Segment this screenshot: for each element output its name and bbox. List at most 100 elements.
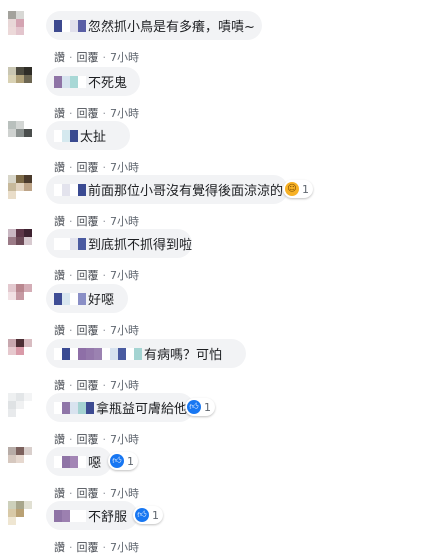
reply-link[interactable]: 回覆 <box>77 431 99 447</box>
separator: · <box>102 378 107 392</box>
comment-bubble: 不舒服 <box>46 501 138 530</box>
author-name[interactable] <box>54 19 86 32</box>
comment-actions: 讚 · 回覆 · 7小時 <box>54 377 139 393</box>
avatar[interactable] <box>8 447 40 479</box>
reply-link[interactable]: 回覆 <box>77 485 99 501</box>
comment-bubble: 拿瓶益可膚給他 <box>46 393 194 422</box>
like-link[interactable]: 讚 <box>54 539 65 555</box>
reply-link[interactable]: 回覆 <box>77 49 99 65</box>
timestamp[interactable]: 7小時 <box>110 159 139 175</box>
separator: · <box>69 378 73 392</box>
reply-link[interactable]: 回覆 <box>77 377 99 393</box>
comment-text: 前面那位小哥沒有覺得後面涼涼的 <box>88 184 284 199</box>
author-name[interactable] <box>54 509 86 522</box>
comment-text: 有病嗎？可怕 <box>144 348 223 363</box>
avatar[interactable] <box>8 229 40 261</box>
timestamp[interactable]: 7小時 <box>110 431 139 447</box>
avatar[interactable] <box>8 175 40 207</box>
comment-actions: 讚 · 回覆 · 7小時 <box>54 49 139 65</box>
reply-link[interactable]: 回覆 <box>77 213 99 229</box>
comment-text: 不舒服 <box>88 510 128 525</box>
like-link[interactable]: 讚 <box>54 431 65 447</box>
reply-link[interactable]: 回覆 <box>77 539 99 555</box>
timestamp[interactable]: 7小時 <box>110 49 139 65</box>
separator: · <box>102 268 107 282</box>
timestamp[interactable]: 7小時 <box>110 485 139 501</box>
timestamp[interactable]: 7小時 <box>110 213 139 229</box>
author-name[interactable] <box>54 75 86 88</box>
like-link[interactable]: 讚 <box>54 213 65 229</box>
separator: · <box>102 486 107 500</box>
reaction-badge[interactable]: 👍︎ 1 <box>133 506 163 524</box>
comment-text: 噁 <box>88 456 102 471</box>
comment-bubble: 不死鬼 <box>46 67 140 96</box>
comment-item: 不死鬼 讚 · 回覆 · 7小時 <box>0 67 433 122</box>
comment-item: 拿瓶益可膚給他 👍︎ 1 讚 · 回覆 · 7小時 <box>0 393 433 448</box>
timestamp[interactable]: 7小時 <box>110 267 139 283</box>
author-name[interactable] <box>54 183 86 196</box>
haha-icon: ☺ <box>285 182 299 196</box>
like-link[interactable]: 讚 <box>54 49 65 65</box>
like-link[interactable]: 讚 <box>54 377 65 393</box>
comment-text: 太扯 <box>80 130 107 145</box>
like-link[interactable]: 讚 <box>54 485 65 501</box>
comment-text: 好噁 <box>88 293 115 308</box>
reaction-badge[interactable]: 👍︎ 1 <box>108 452 138 470</box>
separator: · <box>69 540 73 554</box>
separator: · <box>69 323 73 337</box>
avatar[interactable] <box>8 339 40 371</box>
author-name[interactable] <box>54 455 86 468</box>
avatar[interactable] <box>8 121 40 153</box>
reply-link[interactable]: 回覆 <box>77 267 99 283</box>
separator: · <box>69 160 73 174</box>
comment-actions: 讚 · 回覆 · 7小時 <box>54 539 139 555</box>
avatar[interactable] <box>8 393 40 425</box>
reply-link[interactable]: 回覆 <box>77 322 99 338</box>
comment-text: 不死鬼 <box>88 76 128 91</box>
author-name[interactable] <box>54 237 86 250</box>
timestamp[interactable]: 7小時 <box>110 539 139 555</box>
avatar[interactable] <box>8 67 40 99</box>
comment-actions: 讚 · 回覆 · 7小時 <box>54 485 139 501</box>
avatar[interactable] <box>8 501 40 533</box>
separator: · <box>69 268 73 282</box>
comment-item: 好噁 讚 · 回覆 · 7小時 <box>0 284 433 339</box>
comment-actions: 讚 · 回覆 · 7小時 <box>54 322 139 338</box>
comment-item: 太扯 讚 · 回覆 · 7小時 <box>0 121 433 176</box>
comment-bubble: 太扯 <box>46 121 130 150</box>
separator: · <box>102 50 107 64</box>
comment-actions: 讚 · 回覆 · 7小時 <box>54 267 139 283</box>
like-link[interactable]: 讚 <box>54 267 65 283</box>
author-name[interactable] <box>54 129 78 142</box>
reaction-badge[interactable]: 👍︎ 1 <box>185 398 215 416</box>
author-name[interactable] <box>54 347 142 360</box>
like-link[interactable]: 讚 <box>54 105 65 121</box>
like-link[interactable]: 讚 <box>54 159 65 175</box>
comment-item: 前面那位小哥沒有覺得後面涼涼的 ☺ 1 讚 · 回覆 · 7小時 <box>0 175 433 230</box>
author-name[interactable] <box>54 292 86 305</box>
like-icon: 👍︎ <box>135 508 149 522</box>
separator: · <box>69 106 73 120</box>
reply-link[interactable]: 回覆 <box>77 105 99 121</box>
comment-item: 忽然抓小鳥是有多癢，嘖嘖~ 讚 · 回覆 · 7小時 <box>0 11 433 66</box>
comment-text: 到底抓不抓得到啦 <box>88 238 193 253</box>
separator: · <box>69 486 73 500</box>
comment-item: 有病嗎？可怕 讚 · 回覆 · 7小時 <box>0 339 433 394</box>
avatar[interactable] <box>8 11 40 43</box>
reply-link[interactable]: 回覆 <box>77 159 99 175</box>
like-link[interactable]: 讚 <box>54 322 65 338</box>
separator: · <box>102 214 107 228</box>
reaction-badge[interactable]: ☺ 1 <box>283 180 313 198</box>
comment-bubble: 好噁 <box>46 284 128 313</box>
timestamp[interactable]: 7小時 <box>110 105 139 121</box>
author-name[interactable] <box>54 401 94 414</box>
timestamp[interactable]: 7小時 <box>110 377 139 393</box>
reaction-count: 1 <box>302 182 309 196</box>
comment-item: 不舒服 👍︎ 1 讚 · 回覆 · 7小時 <box>0 501 433 556</box>
separator: · <box>102 323 107 337</box>
comment-actions: 讚 · 回覆 · 7小時 <box>54 105 139 121</box>
timestamp[interactable]: 7小時 <box>110 322 139 338</box>
avatar[interactable] <box>8 284 40 316</box>
reaction-count: 1 <box>152 508 159 522</box>
comment-bubble: 噁 <box>46 447 112 476</box>
